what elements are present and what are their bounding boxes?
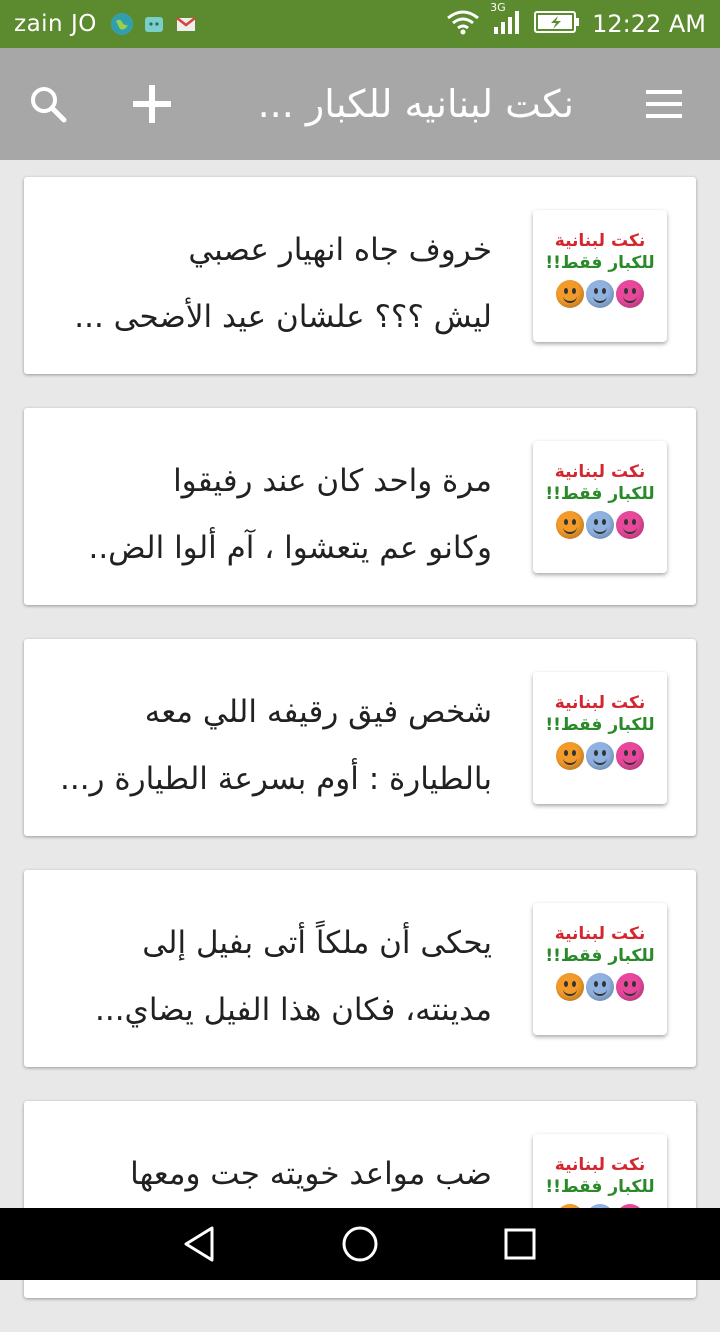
joke-line-2: ليش ؟؟؟ علشان عيد الأضحى ...: [74, 299, 492, 335]
joke-thumbnail: نكت لبنانية للكبار فقط!!: [533, 441, 667, 573]
recents-icon: [504, 1228, 536, 1260]
navigation-bar: [0, 1208, 720, 1280]
search-button[interactable]: [22, 48, 74, 160]
joke-line-1: يحكى أن ملكاً أتى بفيل إلى: [142, 925, 492, 961]
notification-icons: [110, 13, 197, 35]
smileys: [533, 280, 667, 308]
joke-card[interactable]: نكت لبنانية للكبار فقط!! يحكى أن ملكاً أ…: [24, 870, 696, 1067]
thumbnail-subtitle: للكبار فقط!!: [545, 1177, 655, 1197]
joke-line-2: مدينته، فكان هذا الفيل يضاي...: [95, 992, 492, 1028]
thumbnail-subtitle: للكبار فقط!!: [545, 946, 655, 966]
jokes-list: نكت لبنانية للكبار فقط!! خروف جاه انهيار…: [24, 177, 696, 1332]
app-bar: نكت لبنانيه للكبار ...: [0, 48, 720, 160]
status-indicators: 3G 12:22 AM: [446, 1, 706, 39]
back-icon: [184, 1226, 214, 1262]
joke-text: خروف جاه انهيار عصبي ليش ؟؟؟ علشان عيد ا…: [52, 217, 492, 351]
smiley-icon: [616, 280, 644, 308]
smileys: [533, 973, 667, 1001]
smiley-icon: [616, 511, 644, 539]
thumbnail-title: نكت لبنانية: [554, 693, 646, 713]
globe-icon: [110, 13, 133, 35]
android-icon: [143, 13, 165, 35]
smiley-icon: [616, 742, 644, 770]
smiley-icon: [556, 742, 584, 770]
smileys: [533, 511, 667, 539]
joke-text: يحكى أن ملكاً أتى بفيل إلى مدينته، فكان …: [52, 910, 492, 1044]
gmail-icon: [175, 13, 197, 35]
clock: 12:22 AM: [592, 10, 706, 38]
menu-button[interactable]: [638, 48, 690, 160]
joke-text: مرة واحد كان عند رفيقوا وكانو عم يتعشوا …: [52, 448, 492, 582]
joke-line-1: مرة واحد كان عند رفيقوا: [173, 463, 492, 499]
carrier-name: zain JO: [14, 11, 97, 37]
thumbnail-subtitle: للكبار فقط!!: [545, 715, 655, 735]
joke-line-2: بالطيارة : أوم بسرعة الطيارة ر...: [60, 761, 492, 797]
smiley-icon: [586, 280, 614, 308]
home-button[interactable]: [320, 1208, 400, 1280]
home-icon: [342, 1226, 378, 1262]
smiley-icon: [616, 973, 644, 1001]
add-button[interactable]: [124, 48, 180, 160]
app-title: نكت لبنانيه للكبار ...: [257, 82, 574, 126]
joke-card[interactable]: نكت لبنانية للكبار فقط!! خروف جاه انهيار…: [24, 177, 696, 374]
joke-thumbnail: نكت لبنانية للكبار فقط!!: [533, 210, 667, 342]
joke-card[interactable]: نكت لبنانية للكبار فقط!! مرة واحد كان عن…: [24, 408, 696, 605]
joke-thumbnail: نكت لبنانية للكبار فقط!!: [533, 903, 667, 1035]
status-bar: zain JO 3G 12:22 AM: [0, 0, 720, 48]
smileys: [533, 742, 667, 770]
thumbnail-title: نكت لبنانية: [554, 462, 646, 482]
smiley-icon: [556, 973, 584, 1001]
joke-text: شخص فيق رقيفه اللي معه بالطيارة : أوم بس…: [52, 679, 492, 813]
joke-line-1: شخص فيق رقيفه اللي معه: [144, 694, 492, 730]
smiley-icon: [586, 973, 614, 1001]
thumbnail-title: نكت لبنانية: [554, 231, 646, 251]
smiley-icon: [556, 280, 584, 308]
smiley-icon: [556, 511, 584, 539]
smiley-icon: [586, 511, 614, 539]
thumbnail-subtitle: للكبار فقط!!: [545, 253, 655, 273]
joke-line-2: وكانو عم يتعشوا ، آم ألوا الض..: [88, 530, 492, 566]
joke-line-1: ضب مواعد خويته جت ومعها: [130, 1156, 492, 1192]
signal-icon: 3G: [490, 1, 522, 39]
add-icon: [133, 85, 171, 123]
back-button[interactable]: [160, 1208, 240, 1280]
recents-button[interactable]: [480, 1208, 560, 1280]
joke-line-1: خروف جاه انهيار عصبي: [188, 232, 492, 268]
network-type: 3G: [490, 1, 506, 14]
thumbnail-title: نكت لبنانية: [554, 924, 646, 944]
battery-charging-icon: [534, 10, 580, 38]
menu-icon: [646, 90, 682, 118]
wifi-icon: [446, 9, 480, 39]
thumbnail-subtitle: للكبار فقط!!: [545, 484, 655, 504]
joke-card[interactable]: نكت لبنانية للكبار فقط!! شخص فيق رقيفه ا…: [24, 639, 696, 836]
joke-thumbnail: نكت لبنانية للكبار فقط!!: [533, 672, 667, 804]
search-icon: [31, 87, 67, 123]
smiley-icon: [586, 742, 614, 770]
thumbnail-title: نكت لبنانية: [554, 1155, 646, 1175]
